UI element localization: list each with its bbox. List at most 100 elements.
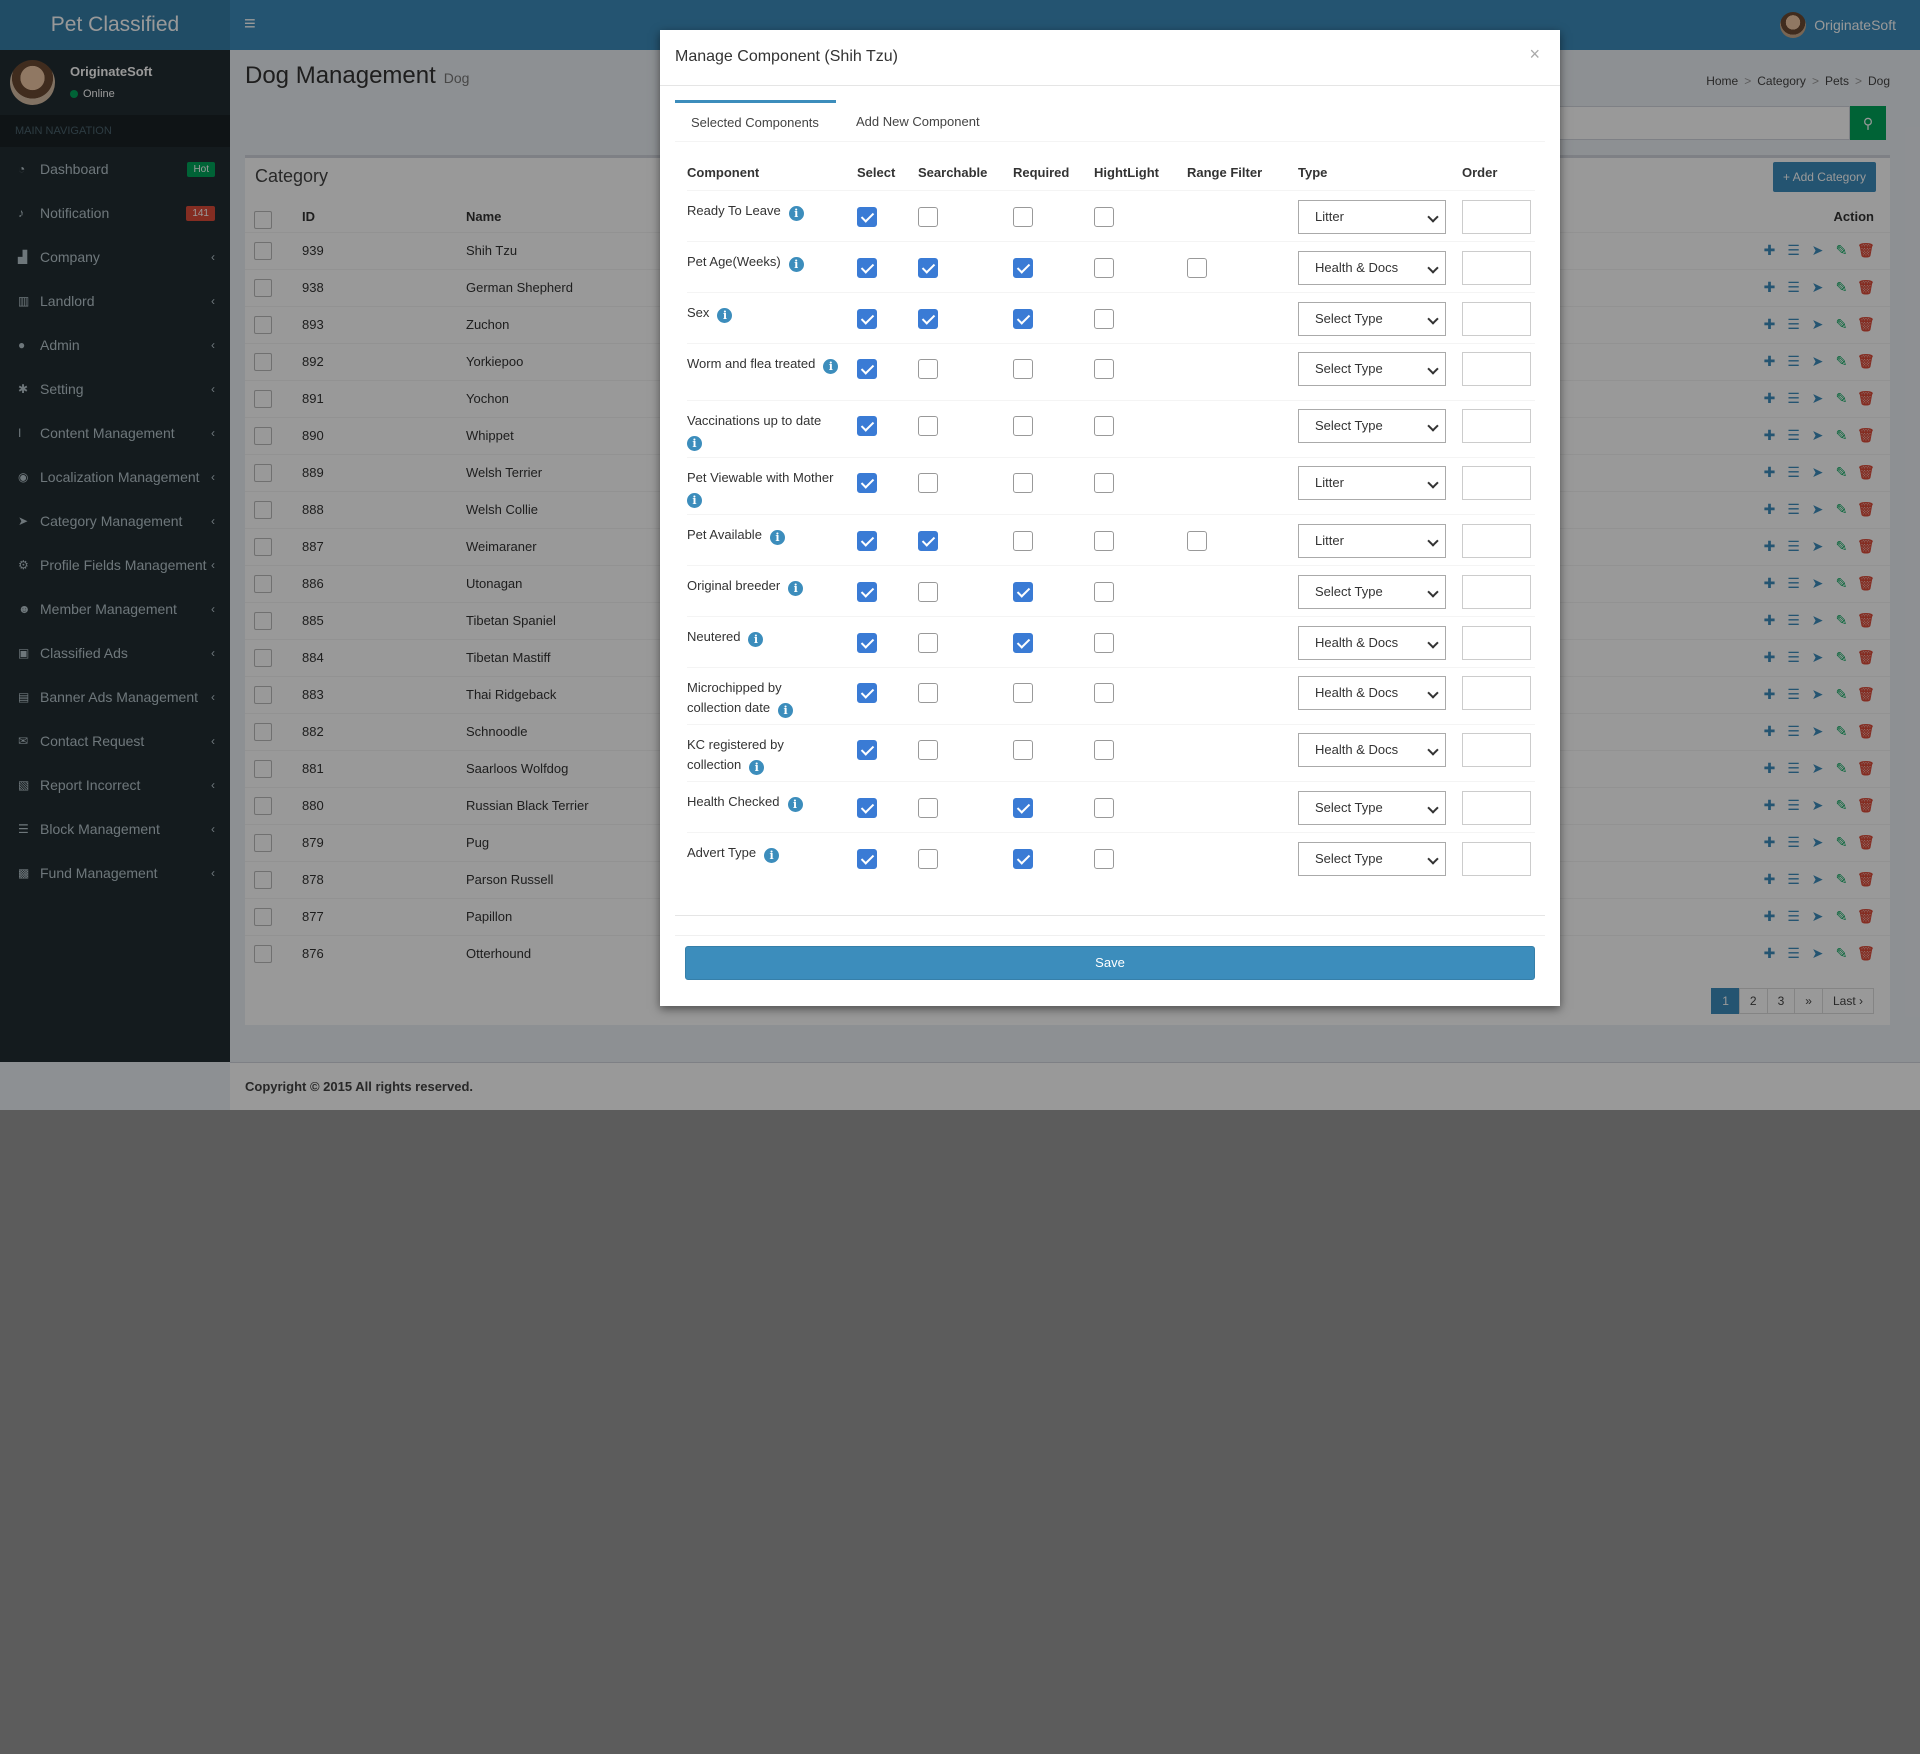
order-input[interactable] xyxy=(1462,524,1531,558)
highlight-checkbox[interactable] xyxy=(1094,473,1114,493)
info-icon[interactable]: i xyxy=(749,760,765,775)
type-select[interactable]: Select Type xyxy=(1298,409,1446,443)
info-icon[interactable]: i xyxy=(687,493,702,508)
searchable-checkbox[interactable] xyxy=(918,359,938,379)
searchable-checkbox[interactable] xyxy=(918,798,938,818)
searchable-checkbox[interactable] xyxy=(918,683,938,703)
highlight-checkbox[interactable] xyxy=(1094,633,1114,653)
searchable-checkbox[interactable] xyxy=(918,633,938,653)
type-select[interactable]: Health & Docs xyxy=(1298,676,1446,710)
searchable-checkbox[interactable] xyxy=(918,258,938,278)
info-icon[interactable]: i xyxy=(687,436,702,451)
required-checkbox[interactable] xyxy=(1013,531,1033,551)
info-icon[interactable]: i xyxy=(787,797,803,812)
searchable-checkbox[interactable] xyxy=(918,309,938,329)
required-checkbox[interactable] xyxy=(1013,798,1033,818)
highlight-checkbox[interactable] xyxy=(1094,582,1114,602)
range-filter-checkbox[interactable] xyxy=(1187,531,1207,551)
select-checkbox[interactable] xyxy=(857,258,877,278)
select-checkbox[interactable] xyxy=(857,849,877,869)
highlight-checkbox[interactable] xyxy=(1094,309,1114,329)
info-icon[interactable]: i xyxy=(778,703,794,718)
required-checkbox[interactable] xyxy=(1013,683,1033,703)
required-checkbox[interactable] xyxy=(1013,473,1033,493)
required-checkbox[interactable] xyxy=(1013,359,1033,379)
info-icon[interactable]: i xyxy=(748,632,764,647)
select-checkbox[interactable] xyxy=(857,309,877,329)
type-select[interactable]: Health & Docs xyxy=(1298,626,1446,660)
searchable-checkbox[interactable] xyxy=(918,207,938,227)
required-checkbox[interactable] xyxy=(1013,633,1033,653)
order-input[interactable] xyxy=(1462,575,1531,609)
info-icon[interactable]: i xyxy=(823,359,839,374)
select-checkbox[interactable] xyxy=(857,633,877,653)
required-checkbox[interactable] xyxy=(1013,207,1033,227)
select-checkbox[interactable] xyxy=(857,473,877,493)
select-checkbox[interactable] xyxy=(857,359,877,379)
searchable-checkbox[interactable] xyxy=(918,582,938,602)
type-select[interactable]: Health & Docs xyxy=(1298,733,1446,767)
type-select[interactable]: Select Type xyxy=(1298,842,1446,876)
type-select[interactable]: Select Type xyxy=(1298,352,1446,386)
highlight-checkbox[interactable] xyxy=(1094,531,1114,551)
select-checkbox[interactable] xyxy=(857,798,877,818)
highlight-checkbox[interactable] xyxy=(1094,798,1114,818)
component-name: Worm and flea treated i xyxy=(687,354,857,374)
order-input[interactable] xyxy=(1462,302,1531,336)
required-checkbox[interactable] xyxy=(1013,258,1033,278)
order-input[interactable] xyxy=(1462,733,1531,767)
select-checkbox[interactable] xyxy=(857,582,877,602)
highlight-checkbox[interactable] xyxy=(1094,416,1114,436)
close-icon[interactable]: × xyxy=(1529,44,1540,65)
searchable-checkbox[interactable] xyxy=(918,849,938,869)
type-select[interactable]: Select Type xyxy=(1298,575,1446,609)
highlight-checkbox[interactable] xyxy=(1094,683,1114,703)
searchable-checkbox[interactable] xyxy=(918,740,938,760)
type-select[interactable]: Select Type xyxy=(1298,791,1446,825)
highlight-checkbox[interactable] xyxy=(1094,740,1114,760)
type-select[interactable]: Select Type xyxy=(1298,302,1446,336)
order-input[interactable] xyxy=(1462,842,1531,876)
order-input[interactable] xyxy=(1462,352,1531,386)
searchable-checkbox[interactable] xyxy=(918,416,938,436)
highlight-checkbox[interactable] xyxy=(1094,359,1114,379)
tab-selected-components[interactable]: Selected Components xyxy=(675,100,836,142)
info-icon[interactable]: i xyxy=(788,581,804,596)
highlight-checkbox[interactable] xyxy=(1094,849,1114,869)
searchable-checkbox[interactable] xyxy=(918,473,938,493)
select-checkbox[interactable] xyxy=(857,740,877,760)
select-checkbox[interactable] xyxy=(857,683,877,703)
save-button[interactable]: Save xyxy=(685,946,1535,980)
select-checkbox[interactable] xyxy=(857,207,877,227)
required-checkbox[interactable] xyxy=(1013,416,1033,436)
order-input[interactable] xyxy=(1462,466,1531,500)
column-header-required: Required xyxy=(1013,165,1070,180)
type-select[interactable]: Health & Docs xyxy=(1298,251,1446,285)
required-checkbox[interactable] xyxy=(1013,582,1033,602)
required-checkbox[interactable] xyxy=(1013,849,1033,869)
required-checkbox[interactable] xyxy=(1013,740,1033,760)
info-icon[interactable]: i xyxy=(788,257,804,272)
highlight-checkbox[interactable] xyxy=(1094,258,1114,278)
tab-add-new-component[interactable]: Add New Component xyxy=(840,100,996,142)
required-checkbox[interactable] xyxy=(1013,309,1033,329)
info-icon[interactable]: i xyxy=(717,308,733,323)
info-icon[interactable]: i xyxy=(764,848,780,863)
type-select[interactable]: Litter xyxy=(1298,524,1446,558)
searchable-checkbox[interactable] xyxy=(918,531,938,551)
order-input[interactable] xyxy=(1462,409,1531,443)
type-select[interactable]: Litter xyxy=(1298,200,1446,234)
select-checkbox[interactable] xyxy=(857,416,877,436)
order-input[interactable] xyxy=(1462,251,1531,285)
component-row: Vaccinations up to date i Select Type xyxy=(687,400,1535,457)
order-input[interactable] xyxy=(1462,200,1531,234)
order-input[interactable] xyxy=(1462,791,1531,825)
select-checkbox[interactable] xyxy=(857,531,877,551)
info-icon[interactable]: i xyxy=(769,530,785,545)
range-filter-checkbox[interactable] xyxy=(1187,258,1207,278)
highlight-checkbox[interactable] xyxy=(1094,207,1114,227)
order-input[interactable] xyxy=(1462,676,1531,710)
type-select[interactable]: Litter xyxy=(1298,466,1446,500)
info-icon[interactable]: i xyxy=(788,206,804,221)
order-input[interactable] xyxy=(1462,626,1531,660)
